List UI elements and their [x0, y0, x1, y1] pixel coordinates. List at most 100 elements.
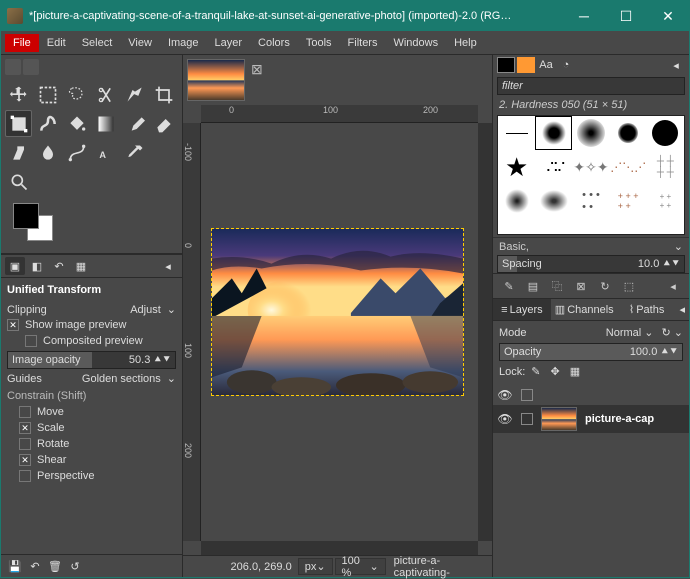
duplicate-brush-button[interactable]: ⿻ — [547, 277, 567, 295]
bucket-fill-tool[interactable] — [63, 110, 90, 137]
unified-transform-tool[interactable] — [5, 110, 32, 137]
clipping-select[interactable]: Adjust⌄ — [130, 303, 176, 316]
constrain-scale-checkbox[interactable]: Scale — [7, 420, 176, 436]
status-unit-select[interactable]: px ⌄ — [298, 558, 333, 575]
brush-smoke-1[interactable] — [498, 184, 535, 218]
smudge-tool[interactable] — [34, 139, 61, 166]
menu-edit[interactable]: Edit — [39, 34, 74, 52]
canvas-image[interactable] — [211, 228, 464, 396]
brushes-menu-arrow-2[interactable]: ◂ — [663, 277, 683, 295]
document-history-tab[interactable]: ◔ — [557, 57, 575, 73]
dock-menu-arrow[interactable]: ◂ — [158, 257, 178, 275]
canvas-scrollbar-horizontal[interactable] — [201, 541, 478, 555]
delete-tool-preset-button[interactable]: 🗑 — [45, 557, 65, 575]
fuzzy-select-tool[interactable] — [122, 81, 149, 108]
layers-menu-arrow[interactable]: ◂ — [675, 299, 689, 320]
images-tab[interactable]: ▦ — [71, 257, 91, 275]
toolbox-tab-2[interactable] — [23, 59, 39, 75]
fonts-tab[interactable]: Aa — [537, 57, 555, 73]
open-as-image-button[interactable]: ⬚ — [619, 277, 639, 295]
brush-pixel[interactable] — [498, 116, 535, 150]
brush-soft[interactable] — [572, 116, 609, 150]
paintbrush-tool[interactable] — [122, 110, 149, 137]
lock-pixels-button[interactable]: ✎ — [531, 365, 540, 378]
menu-file[interactable]: File — [5, 34, 39, 52]
measure-tool[interactable] — [151, 139, 178, 166]
floating-layer-visibility[interactable]: 👁 — [497, 387, 513, 403]
layer-link-toggle[interactable] — [521, 413, 533, 425]
guides-select[interactable]: Golden sections⌄ — [82, 372, 176, 385]
menu-layer[interactable]: Layer — [207, 34, 251, 52]
image-tab-close[interactable]: ⊠ — [251, 61, 265, 75]
move-tool[interactable] — [5, 81, 32, 108]
brush-hard[interactable] — [610, 116, 647, 150]
text-tool[interactable]: A — [92, 139, 119, 166]
free-select-tool[interactable] — [63, 81, 90, 108]
layers-tab[interactable]: ≡Layers — [493, 299, 551, 320]
menu-colors[interactable]: Colors — [250, 34, 298, 52]
brush-hardness-050[interactable] — [535, 116, 572, 150]
ruler-horizontal[interactable]: 0 100 200 — [201, 105, 478, 123]
menu-help[interactable]: Help — [446, 34, 485, 52]
brush-scatter-1[interactable]: ∴∵ — [535, 150, 572, 184]
layer-thumbnail[interactable] — [541, 407, 577, 431]
lock-alpha-button[interactable]: ▦ — [570, 365, 580, 378]
layer-name-label[interactable]: picture-a-cap — [585, 413, 685, 425]
rect-select-tool[interactable] — [34, 81, 61, 108]
paths-tab[interactable]: ⌇Paths — [618, 299, 676, 320]
floating-layer-link[interactable] — [521, 389, 533, 401]
menu-view[interactable]: View — [120, 34, 160, 52]
show-preview-checkbox[interactable]: Show image preview — [7, 317, 176, 333]
brush-star[interactable]: ★ — [498, 150, 535, 184]
brushes-menu-arrow[interactable]: ◂ — [667, 57, 685, 73]
brush-scatter-4[interactable]: ┼ ┼┼ ┼ — [647, 150, 684, 184]
eraser-tool[interactable] — [151, 110, 178, 137]
image-tab[interactable] — [187, 59, 245, 101]
image-opacity-slider[interactable]: Image opacity 50.3 ⯅⯆ — [7, 351, 176, 369]
layer-opacity-slider[interactable]: Opacity 100.0 ⯅⯆ — [499, 343, 683, 361]
crop-tool[interactable] — [151, 81, 178, 108]
undo-history-tab[interactable]: ↶ — [49, 257, 69, 275]
brush-scatter-7[interactable]: + ++ + — [647, 184, 684, 218]
close-button[interactable]: ✕ — [647, 1, 689, 31]
brush-scatter-6[interactable]: + + ++ + — [610, 184, 647, 218]
constrain-move-checkbox[interactable]: Move — [7, 404, 176, 420]
warp-tool[interactable] — [34, 110, 61, 137]
menu-filters[interactable]: Filters — [340, 34, 386, 52]
layer-mode-switch-button[interactable]: ↻ ⌄ — [662, 326, 684, 339]
patterns-tab[interactable] — [517, 57, 535, 73]
brush-filter-input[interactable]: filter — [497, 77, 685, 95]
delete-brush-button[interactable]: ⊠ — [571, 277, 591, 295]
layer-row[interactable]: 👁 picture-a-cap — [493, 405, 689, 433]
restore-tool-preset-button[interactable]: ↶ — [25, 557, 45, 575]
clone-tool[interactable] — [5, 139, 32, 166]
layer-mode-select[interactable]: Normal ⌄ — [606, 326, 654, 339]
refresh-brushes-button[interactable]: ↻ — [595, 277, 615, 295]
channels-tab[interactable]: ▥Channels — [551, 299, 618, 320]
save-tool-preset-button[interactable]: 💾 — [5, 557, 25, 575]
brush-spacing-slider[interactable]: Spacing 10.0 ⯅⯆ — [497, 255, 685, 273]
brush-scatter-2[interactable]: ✦✧✦ — [572, 150, 609, 184]
brush-smoke-2[interactable] — [535, 184, 572, 218]
brushes-tab[interactable] — [497, 57, 515, 73]
color-picker-tool[interactable] — [122, 139, 149, 166]
tool-options-tab[interactable]: ▣ — [5, 257, 25, 275]
composited-preview-checkbox[interactable]: Composited preview — [7, 333, 176, 349]
constrain-shear-checkbox[interactable]: Shear — [7, 452, 176, 468]
menu-image[interactable]: Image — [160, 34, 207, 52]
menu-select[interactable]: Select — [74, 34, 121, 52]
brush-scatter-3[interactable]: ⋰⋱⋰ — [610, 150, 647, 184]
menu-tools[interactable]: Tools — [298, 34, 340, 52]
foreground-color[interactable] — [13, 203, 39, 229]
minimize-button[interactable]: ─ — [563, 1, 605, 31]
scissors-tool[interactable] — [92, 81, 119, 108]
status-zoom-select[interactable]: 100 % ⌄ — [335, 558, 386, 575]
device-status-tab[interactable]: ◧ — [27, 257, 47, 275]
new-brush-button[interactable]: ▤ — [523, 277, 543, 295]
ruler-vertical[interactable]: -100 0 100 200 — [183, 123, 201, 541]
brush-solid[interactable] — [647, 116, 684, 150]
lock-position-button[interactable]: ✥ — [551, 365, 560, 378]
brush-preset-select[interactable]: Basic, — [499, 241, 529, 253]
canvas-scrollbar-vertical[interactable] — [478, 123, 492, 541]
gradient-tool[interactable] — [92, 110, 119, 137]
